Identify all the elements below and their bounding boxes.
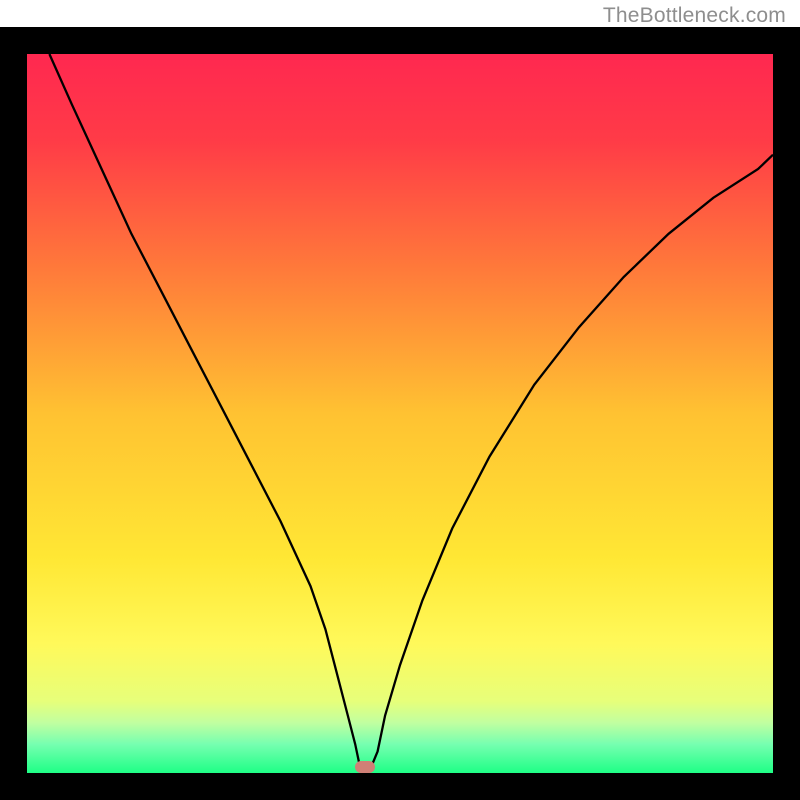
bottleneck-curve xyxy=(49,54,773,769)
curve-svg xyxy=(27,54,773,773)
optimum-marker xyxy=(355,761,375,773)
watermark-label: TheBottleneck.com xyxy=(603,4,786,28)
plot-area xyxy=(27,54,773,773)
chart-frame xyxy=(0,27,800,800)
